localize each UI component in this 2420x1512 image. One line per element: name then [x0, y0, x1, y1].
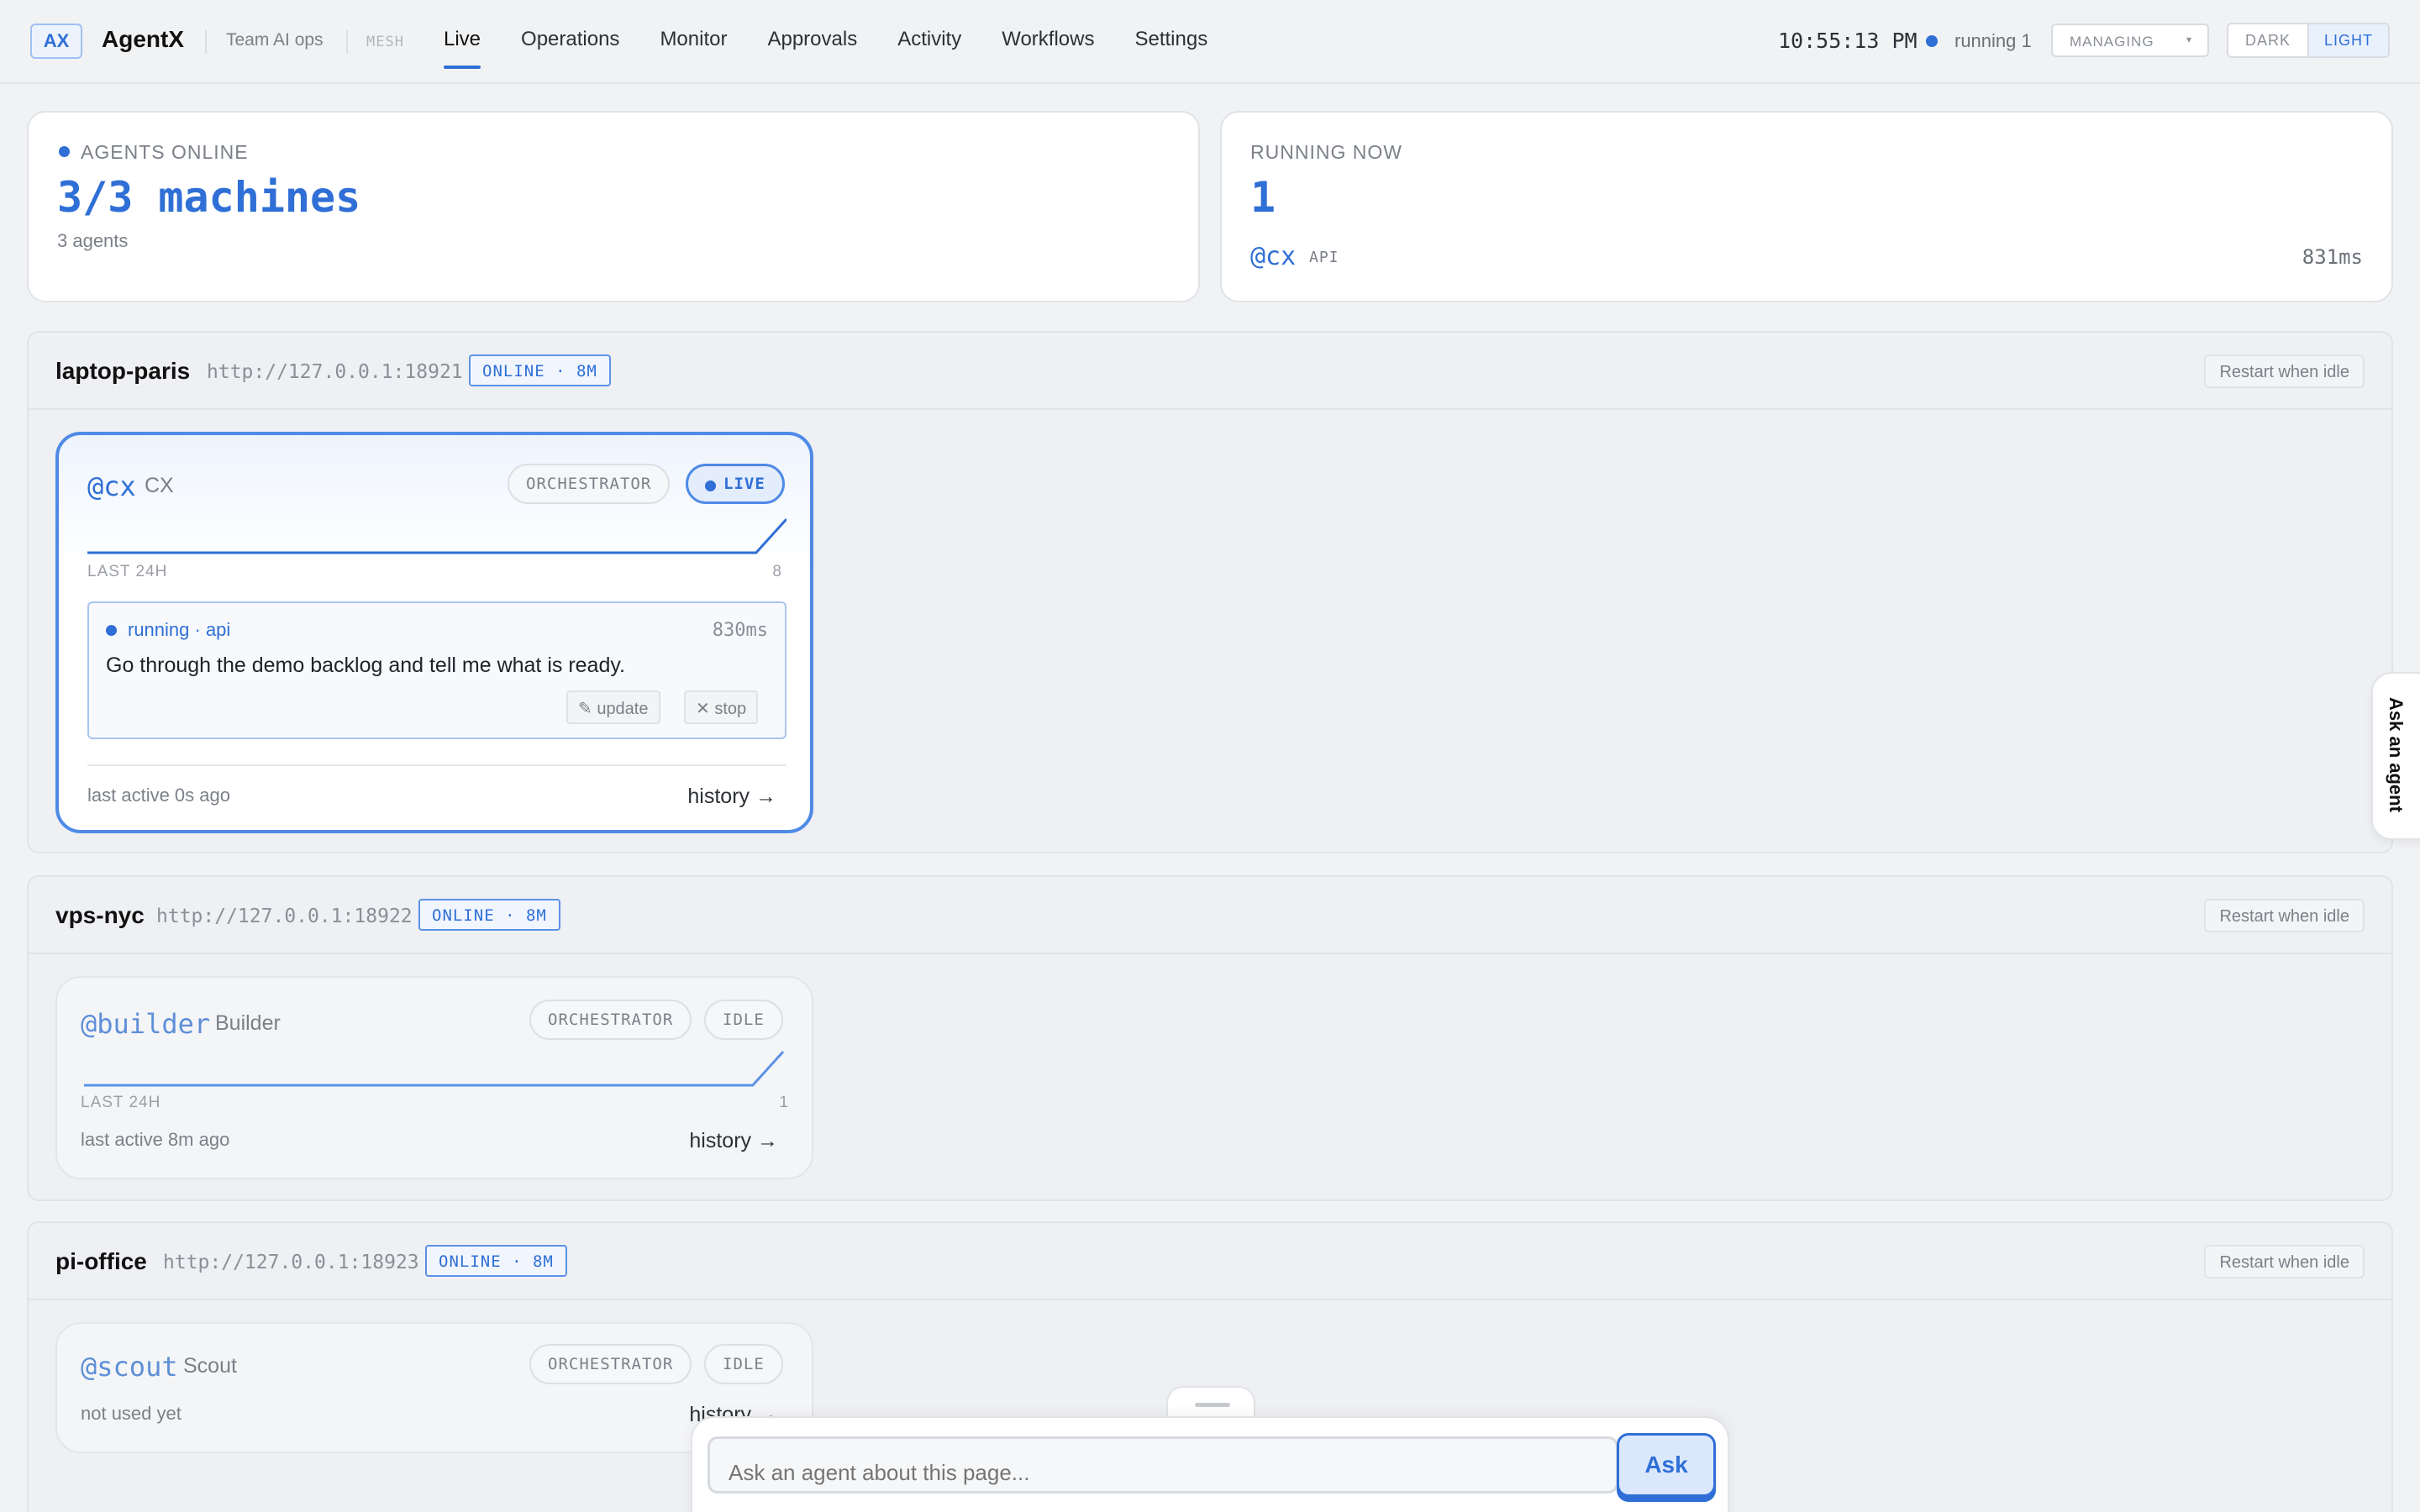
managing-label: MANAGING	[2070, 34, 2154, 50]
sparkline-line	[84, 1050, 785, 1087]
restart-when-idle-button[interactable]: Restart when idle	[2204, 1245, 2365, 1278]
restart-when-idle-button[interactable]: Restart when idle	[2204, 899, 2365, 932]
task-status: running · api	[128, 619, 231, 640]
last-active: last active 8m ago	[81, 1129, 230, 1150]
clock: 10:55:13 PM	[1778, 29, 1918, 53]
sparkline-max: 1	[779, 1094, 788, 1111]
divider	[346, 30, 348, 54]
machine-url: http://127.0.0.1:18922	[156, 906, 413, 927]
running-count[interactable]: running 1	[1954, 30, 2032, 52]
activity-sparkline	[87, 517, 786, 554]
running-status-dot-icon	[1926, 35, 1938, 47]
idle-status-pill: IDLE	[704, 1000, 783, 1040]
sparkline-label: LAST 24H	[87, 563, 168, 580]
machine-header: vps-nyc http://127.0.0.1:18922 ONLINE · …	[29, 877, 2391, 954]
agents-online-card: AGENTS ONLINE 3/3 machines 3 agents	[27, 111, 1200, 302]
sparkline-label: LAST 24H	[81, 1094, 161, 1111]
update-task-button[interactable]: ✎ update	[566, 690, 660, 724]
machine-name: vps-nyc	[55, 902, 145, 928]
team-selector[interactable]: Team AI ops	[226, 30, 324, 50]
machine-status-badge: ONLINE · 8M	[469, 354, 611, 386]
task-prompt: Go through the demo backlog and tell me …	[106, 654, 625, 677]
running-now-label: RUNNING NOW	[1250, 141, 1402, 163]
agent-display-name: Builder	[215, 1011, 281, 1035]
nav-operations[interactable]: Operations	[501, 0, 639, 71]
ask-an-agent-label: Ask an agent	[2386, 697, 2407, 812]
machine-name: laptop-paris	[55, 358, 191, 384]
activity-sparkline	[84, 1050, 785, 1087]
nav-approvals[interactable]: Approvals	[747, 0, 877, 71]
agent-handle[interactable]: @cx	[87, 470, 136, 502]
machine-vps-nyc: vps-nyc http://127.0.0.1:18922 ONLINE · …	[27, 875, 2393, 1201]
ask-input[interactable]	[708, 1436, 1618, 1494]
running-now-card: RUNNING NOW 1 @cx API 831ms	[1220, 111, 2393, 302]
divider	[205, 30, 207, 54]
agent-handle[interactable]: @scout	[81, 1351, 178, 1383]
task-duration: 830ms	[712, 620, 768, 641]
agent-card-cx[interactable]: @cx CX ORCHESTRATOR LIVE LAST 24H 8 runn…	[55, 432, 813, 833]
history-link[interactable]: history →	[687, 785, 776, 809]
machine-header: laptop-paris http://127.0.0.1:18921 ONLI…	[29, 333, 2391, 410]
last-active: not used yet	[81, 1403, 182, 1424]
agent-handle[interactable]: @builder	[81, 1008, 210, 1040]
running-now-value: 1	[1250, 173, 1276, 222]
current-task: running · api 830ms Go through the demo …	[87, 601, 786, 739]
machine-url: http://127.0.0.1:18921	[207, 361, 463, 383]
main-nav: Live Operations Monitor Approvals Activi…	[424, 0, 1228, 71]
app-logo[interactable]: AX	[30, 24, 82, 59]
idle-status-pill: IDLE	[704, 1344, 783, 1384]
restart-when-idle-button[interactable]: Restart when idle	[2204, 354, 2365, 388]
top-bar: AX AgentX Team AI ops MESH Live Operatio…	[0, 0, 2420, 84]
agent-display-name: Scout	[183, 1354, 237, 1378]
agents-online-value: 3/3 machines	[57, 173, 361, 222]
machine-laptop-paris: laptop-paris http://127.0.0.1:18921 ONLI…	[27, 331, 2393, 853]
agents-online-label: AGENTS ONLINE	[81, 141, 249, 163]
agents-count: 3 agents	[57, 230, 129, 251]
role-pill: ORCHESTRATOR	[508, 464, 671, 504]
live-status-pill: LIVE	[686, 464, 785, 504]
last-active: last active 0s ago	[87, 785, 230, 806]
ask-bar: Ask	[691, 1416, 1729, 1512]
nav-workflows[interactable]: Workflows	[981, 0, 1114, 71]
ask-bar-drag-handle[interactable]	[1166, 1386, 1255, 1420]
managing-select[interactable]: MANAGING ▾	[2051, 24, 2209, 57]
agent-card-builder[interactable]: @builder Builder ORCHESTRATOR IDLE LAST …	[55, 976, 813, 1179]
running-duration: 831ms	[2302, 245, 2363, 269]
agent-display-name: CX	[145, 474, 174, 497]
caret-down-icon: ▾	[2186, 34, 2192, 45]
machine-name: pi-office	[55, 1248, 147, 1274]
machine-status-badge: ONLINE · 8M	[418, 899, 560, 931]
card-divider	[87, 764, 786, 766]
running-agent-source: API	[1309, 249, 1339, 266]
running-dot-icon	[106, 625, 117, 636]
nav-settings[interactable]: Settings	[1114, 0, 1228, 71]
theme-light-button[interactable]: LIGHT	[2309, 24, 2388, 56]
stop-task-button[interactable]: ✕ stop	[684, 690, 759, 724]
role-pill: ORCHESTRATOR	[529, 1000, 692, 1040]
role-pill: ORCHESTRATOR	[529, 1344, 692, 1384]
sparkline-line	[87, 517, 786, 554]
running-agent-handle[interactable]: @cx	[1250, 242, 1296, 271]
mesh-label: MESH	[366, 34, 404, 50]
ask-an-agent-tab[interactable]: Ask an agent	[2371, 672, 2420, 840]
nav-monitor[interactable]: Monitor	[639, 0, 747, 71]
machine-status-badge: ONLINE · 8M	[425, 1245, 567, 1277]
nav-activity[interactable]: Activity	[877, 0, 981, 71]
theme-toggle: DARK LIGHT	[2227, 23, 2390, 58]
online-dot-icon	[59, 146, 70, 157]
history-link[interactable]: history →	[689, 1129, 778, 1153]
nav-live[interactable]: Live	[424, 0, 501, 71]
theme-dark-button[interactable]: DARK	[2228, 24, 2309, 56]
machine-url: http://127.0.0.1:18923	[163, 1252, 419, 1273]
app-name[interactable]: AgentX	[102, 26, 184, 53]
ask-button[interactable]: Ask	[1617, 1433, 1716, 1497]
machine-header: pi-office http://127.0.0.1:18923 ONLINE …	[29, 1223, 2391, 1300]
sparkline-max: 8	[772, 563, 781, 580]
